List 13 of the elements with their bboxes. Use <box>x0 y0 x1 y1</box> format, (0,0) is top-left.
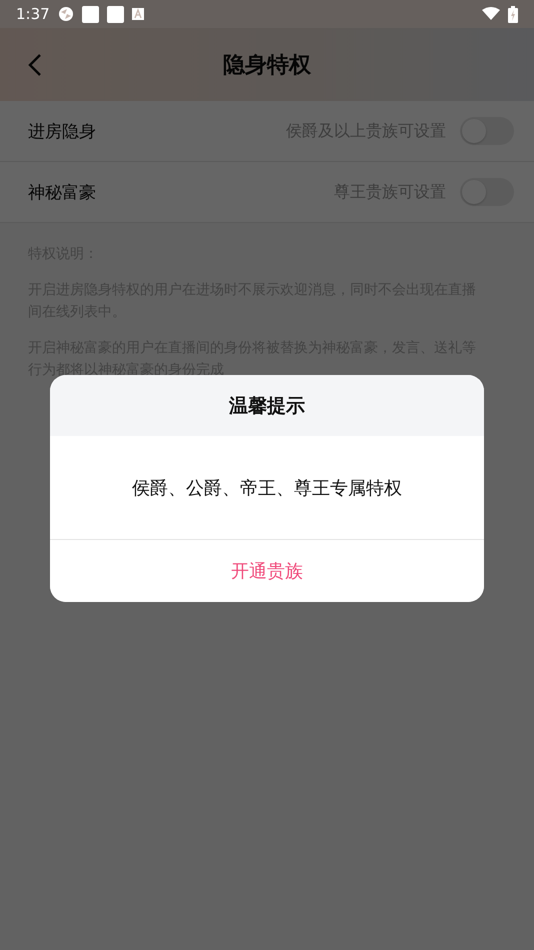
setting-label: 进房隐身 <box>28 120 97 142</box>
dialog-message: 侯爵、公爵、帝王、尊王专属特权 <box>132 476 402 500</box>
sync-icon <box>58 6 74 22</box>
dialog-title: 温馨提示 <box>229 394 305 418</box>
back-icon[interactable] <box>28 53 42 77</box>
font-icon <box>132 8 144 20</box>
battery-icon <box>508 6 518 22</box>
wifi-icon <box>482 7 500 21</box>
status-time: 1:37 <box>16 5 50 23</box>
notification-icon <box>82 6 99 22</box>
setting-label: 神秘富豪 <box>28 182 97 204</box>
page-title: 隐身特权 <box>223 52 311 80</box>
notification-icon <box>106 6 124 22</box>
